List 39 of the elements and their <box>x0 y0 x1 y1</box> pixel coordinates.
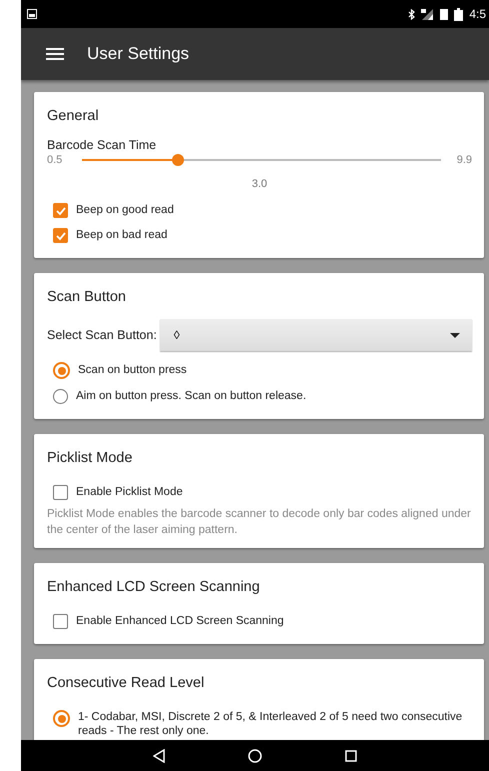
slider-value: 3.0 <box>252 178 268 190</box>
screen-title: User Settings <box>87 44 190 64</box>
checkbox-label: Enable Enhanced LCD Screen Scanning <box>76 614 284 629</box>
checkbox-label: Enable Picklist Mode <box>76 485 183 500</box>
scan-button-dropdown[interactable]: ◊ <box>160 319 472 351</box>
card-title: General <box>47 108 100 124</box>
status-time: 4:5 <box>469 7 487 21</box>
checkbox[interactable] <box>53 203 68 218</box>
signal-icon <box>421 8 434 20</box>
dropdown-caret-icon <box>450 332 460 338</box>
card-title: Consecutive Read Level <box>47 675 206 692</box>
select-label: Select Scan Button: <box>47 328 157 342</box>
menu-icon[interactable] <box>46 48 64 60</box>
battery-icon <box>454 8 464 20</box>
slider-max: 9.9 <box>456 154 472 166</box>
radio-button[interactable] <box>53 710 70 728</box>
radio-label: 1- Codabar, MSI, Discrete 2 of 5, & Interleaved 2 of 5 need two consecutive reads - The rest only one. <box>78 710 464 739</box>
checkbox-label: Beep on good read <box>76 203 174 218</box>
bluetooth-icon <box>408 8 416 20</box>
sim-icon <box>440 8 448 20</box>
radio-button[interactable] <box>53 362 70 379</box>
radio-button[interactable] <box>53 389 68 404</box>
checkbox[interactable] <box>53 228 68 243</box>
radio-label: Aim on button press. Scan on button release. <box>76 389 306 404</box>
checkbox-label: Beep on bad read <box>76 228 168 243</box>
picture-notification-icon <box>27 9 37 19</box>
recents-icon[interactable] <box>345 750 358 762</box>
description-text: Picklist Mode enables the barcode scanner to decode only bar codes aligned under the center of the laser aiming pattern. <box>47 507 472 538</box>
checkbox[interactable] <box>53 614 68 630</box>
card-title: Picklist Mode <box>47 450 134 466</box>
home-icon[interactable] <box>248 748 262 762</box>
radio-label: Scan on button press <box>78 363 187 378</box>
slider-label: Barcode Scan Time <box>47 138 158 152</box>
card-title: Enhanced LCD Screen Scanning <box>47 579 261 596</box>
checkbox[interactable] <box>53 485 68 500</box>
slider-thumb[interactable] <box>172 154 184 166</box>
back-icon[interactable] <box>152 748 165 762</box>
slider-min: 0.5 <box>47 154 62 166</box>
card-title: Scan Button <box>47 289 127 305</box>
